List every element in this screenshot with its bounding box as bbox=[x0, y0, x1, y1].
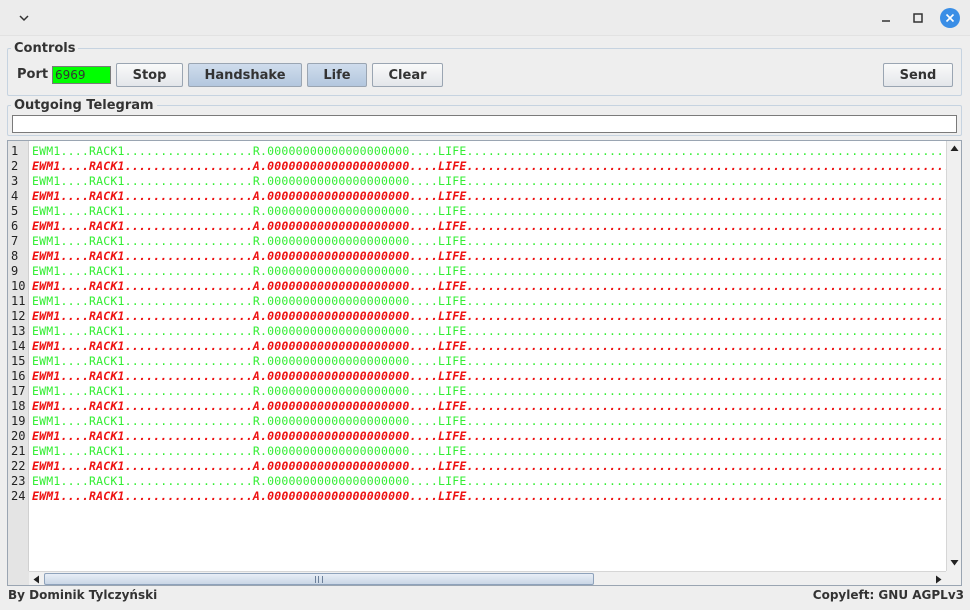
horizontal-scrollbar[interactable] bbox=[29, 571, 946, 585]
line-number: 10 bbox=[11, 279, 26, 293]
log-line-incoming: EWM1....RACK1..................R.0000000… bbox=[32, 204, 946, 218]
log-line-incoming: EWM1....RACK1..................R.0000000… bbox=[32, 324, 946, 338]
log-line-incoming: EWM1....RACK1..................R.0000000… bbox=[32, 264, 946, 278]
maximize-icon[interactable] bbox=[908, 8, 928, 28]
outgoing-telegram-input[interactable] bbox=[12, 115, 957, 133]
line-number: 8 bbox=[11, 249, 19, 263]
line-number: 15 bbox=[11, 354, 26, 368]
log-line-incoming: EWM1....RACK1..................R.0000000… bbox=[32, 384, 946, 398]
line-number: 22 bbox=[11, 459, 26, 473]
log-line-incoming: EWM1....RACK1..................R.0000000… bbox=[32, 174, 946, 188]
log-line-incoming: EWM1....RACK1..................R.0000000… bbox=[32, 444, 946, 458]
log-line-outgoing: EWM1....RACK1..................A.0000000… bbox=[32, 459, 946, 473]
log-line-incoming: EWM1....RACK1..................R.0000000… bbox=[32, 234, 946, 248]
line-number: 1 bbox=[11, 144, 19, 158]
log-line-outgoing: EWM1....RACK1..................A.0000000… bbox=[32, 249, 946, 263]
log-line-incoming: EWM1....RACK1..................R.0000000… bbox=[32, 414, 946, 428]
stop-button[interactable]: Stop bbox=[116, 63, 183, 87]
line-number: 7 bbox=[11, 234, 19, 248]
log-line-outgoing: EWM1....RACK1..................A.0000000… bbox=[32, 279, 946, 293]
vertical-scrollbar[interactable] bbox=[946, 141, 961, 571]
port-label: Port bbox=[17, 67, 49, 82]
log-line-outgoing: EWM1....RACK1..................A.0000000… bbox=[32, 369, 946, 383]
scroll-left-icon[interactable] bbox=[30, 573, 43, 585]
line-number: 21 bbox=[11, 444, 26, 458]
log-line-outgoing: EWM1....RACK1..................A.0000000… bbox=[32, 489, 946, 503]
line-number: 9 bbox=[11, 264, 19, 278]
log-area[interactable]: 1 2 3 4 5 6 7 8 9 10 11 12 13 14 15 16 17 18 19 20 21 22 23 24 … bbox=[7, 140, 962, 586]
close-icon[interactable] bbox=[940, 8, 960, 28]
log-line-outgoing: EWM1....RACK1..................A.0000000… bbox=[32, 219, 946, 233]
log-line-incoming: EWM1....RACK1..................R.0000000… bbox=[32, 144, 946, 158]
line-number: 20 bbox=[11, 429, 26, 443]
scroll-corner bbox=[8, 571, 29, 585]
line-number: 24 bbox=[11, 489, 26, 503]
line-number: 12 bbox=[11, 309, 26, 323]
handshake-button[interactable]: Handshake bbox=[188, 63, 302, 87]
author-credit: By Dominik Tylczyński bbox=[8, 588, 158, 602]
log-content[interactable]: EWM1....RACK1..................R.0000000… bbox=[32, 141, 946, 571]
scroll-right-icon[interactable] bbox=[932, 573, 945, 585]
line-number: 13 bbox=[11, 324, 26, 338]
scroll-up-icon[interactable] bbox=[948, 142, 961, 155]
outgoing-telegram-title: Outgoing Telegram bbox=[14, 98, 154, 113]
life-button[interactable]: Life bbox=[307, 63, 367, 87]
chevron-down-icon[interactable] bbox=[14, 8, 34, 28]
line-number-gutter: 1 2 3 4 5 6 7 8 9 10 11 12 13 14 15 16 17 18 19 20 21 22 23 24 bbox=[8, 141, 29, 571]
log-line-outgoing: EWM1....RACK1..................A.0000000… bbox=[32, 429, 946, 443]
line-number: 16 bbox=[11, 369, 26, 383]
line-number: 3 bbox=[11, 174, 19, 188]
log-line-incoming: EWM1....RACK1..................R.0000000… bbox=[32, 474, 946, 488]
line-number: 4 bbox=[11, 189, 19, 203]
port-input[interactable] bbox=[52, 66, 111, 84]
log-line-outgoing: EWM1....RACK1..................A.0000000… bbox=[32, 399, 946, 413]
line-number: 5 bbox=[11, 204, 19, 218]
line-number: 2 bbox=[11, 159, 19, 173]
line-number: 18 bbox=[11, 399, 26, 413]
log-line-incoming: EWM1....RACK1..................R.0000000… bbox=[32, 294, 946, 308]
grip-icon bbox=[315, 576, 323, 583]
line-number: 17 bbox=[11, 384, 26, 398]
title-bar bbox=[0, 0, 970, 36]
log-line-outgoing: EWM1....RACK1..................A.0000000… bbox=[32, 339, 946, 353]
clear-button[interactable]: Clear bbox=[372, 63, 443, 87]
controls-title: Controls bbox=[14, 41, 76, 56]
scroll-corner-right bbox=[946, 571, 961, 585]
line-number: 23 bbox=[11, 474, 26, 488]
line-number: 6 bbox=[11, 219, 19, 233]
line-number: 11 bbox=[11, 294, 26, 308]
minimize-icon[interactable] bbox=[876, 8, 896, 28]
line-number: 14 bbox=[11, 339, 26, 353]
send-button[interactable]: Send bbox=[883, 63, 953, 87]
line-number: 19 bbox=[11, 414, 26, 428]
license-label: Copyleft: GNU AGPLv3 bbox=[812, 588, 964, 602]
log-line-incoming: EWM1....RACK1..................R.0000000… bbox=[32, 354, 946, 368]
horizontal-scroll-thumb[interactable] bbox=[44, 573, 594, 585]
log-line-outgoing: EWM1....RACK1..................A.0000000… bbox=[32, 309, 946, 323]
log-line-outgoing: EWM1....RACK1..................A.0000000… bbox=[32, 189, 946, 203]
scroll-down-icon[interactable] bbox=[948, 556, 961, 569]
log-line-outgoing: EWM1....RACK1..................A.0000000… bbox=[32, 159, 946, 173]
